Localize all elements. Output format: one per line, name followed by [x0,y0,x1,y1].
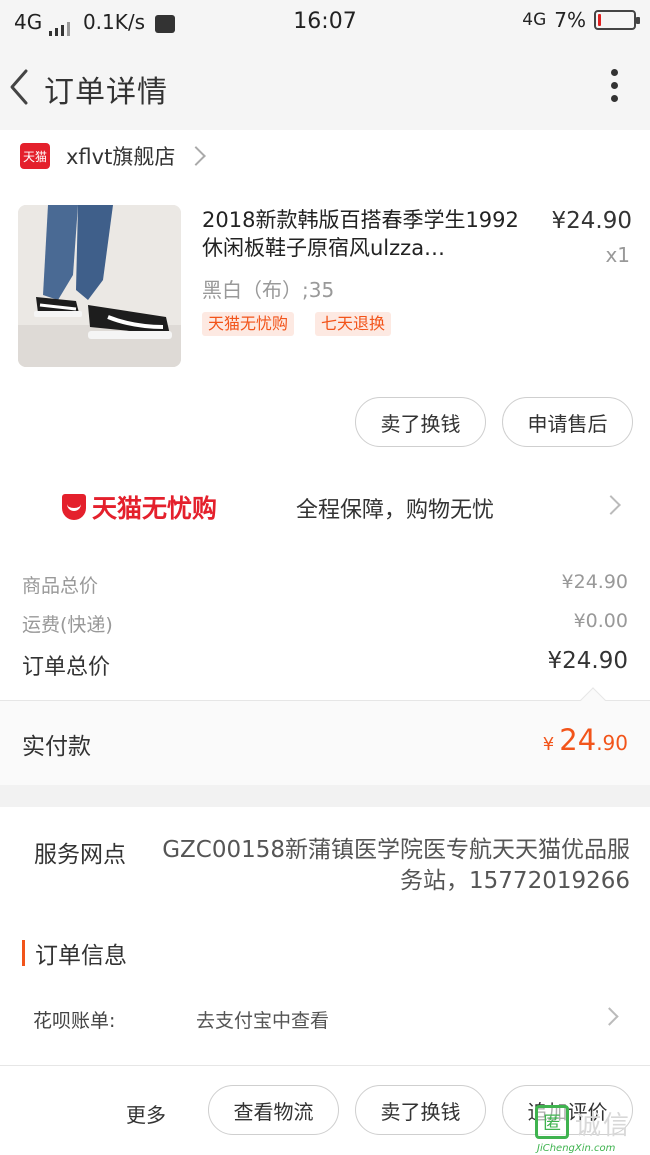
view-logistics-button[interactable]: 查看物流 [208,1085,339,1135]
actual-payment: 实付款 ¥ 24.90 [0,687,650,785]
huabei-link[interactable]: 去支付宝中查看 [196,1006,329,1033]
shipping-label: 运费(快递) [22,614,113,636]
back-button[interactable] [6,67,36,107]
shipping-value: ¥0.00 [573,610,628,632]
order-detail-screen: 4G 0.1K/s 16:07 4G 7% 订单详情 天猫 xflvt旗舰店 2… [0,0,650,1155]
network-right: 4G [522,10,547,30]
huabei-label: 花呗账单: [33,1010,116,1032]
chevron-right-icon [601,495,621,515]
status-right: 4G 7% [522,8,640,32]
product-quantity: x1 [605,243,630,267]
chevron-left-icon [10,69,28,105]
battery-level [598,14,601,26]
order-total-label: 订单总价 [22,655,111,680]
service-point-text: GZC00158新蒲镇医学院医专航天天猫优品服务站，15772019266 [162,837,630,894]
watermark-badge: 匿 [535,1105,569,1139]
status-bar: 4G 0.1K/s 16:07 4G 7% [0,0,650,45]
nav-bar: 订单详情 [0,45,650,130]
product-sku: 黑白（布）;35 [202,278,335,302]
more-actions-button[interactable]: 更多 [126,1099,166,1128]
tag-tmall-worry-free: 天猫无忧购 [202,312,295,336]
actual-payment-amount: ¥ 24.90 [543,723,628,757]
order-info-section: 订单信息 [22,938,127,969]
more-vertical-icon [608,69,620,102]
apply-after-sale-button[interactable]: 申请售后 [502,397,633,447]
page-title: 订单详情 [44,75,168,110]
chevron-right-icon [186,146,207,166]
tag-seven-day-return: 七天退换 [315,312,392,336]
shield-icon [62,494,86,520]
product-price: ¥24.90 [551,208,632,234]
store-name: xflvt旗舰店 [66,145,176,169]
goods-total-label: 商品总价 [22,575,99,597]
payment-integer: 24 [559,723,597,757]
guarantee-logo-text: 天猫无忧购 [92,494,218,523]
payment-currency: ¥ [542,734,555,755]
battery-percent: 7% [554,8,586,32]
product-image[interactable] [18,205,181,367]
order-total-value: ¥24.90 [547,648,628,674]
store-header[interactable]: 天猫 xflvt旗舰店 [20,142,207,170]
guarantee-slogan: 全程保障，购物无忧 [296,498,495,523]
tmall-badge: 天猫 [20,143,50,169]
goods-total-value: ¥24.90 [561,571,628,593]
guarantee-banner[interactable]: 天猫无忧购 全程保障，购物无忧 [0,470,650,545]
sell-for-cash-bottom-button[interactable]: 卖了换钱 [355,1085,486,1135]
tmall-guarantee-logo: 天猫无忧购 [62,489,217,525]
order-info-title: 订单信息 [35,943,127,969]
watermark-url: JiChengXin.com [537,1143,616,1154]
battery-icon [594,10,640,30]
service-point-label: 服务网点 [34,842,126,868]
sell-for-cash-button[interactable]: 卖了换钱 [355,397,486,447]
watermark: 匿 诚信 JiChengXin.com [533,1103,650,1155]
product-title[interactable]: 2018新款韩版百搭春季学生1992休闲板鞋子原宿风ulzza… [202,206,527,262]
more-button[interactable] [608,69,620,109]
section-accent-bar [22,940,25,966]
actual-payment-label: 实付款 [22,734,91,760]
payment-decimal: .90 [596,731,628,755]
watermark-text: 诚信 [575,1111,632,1141]
